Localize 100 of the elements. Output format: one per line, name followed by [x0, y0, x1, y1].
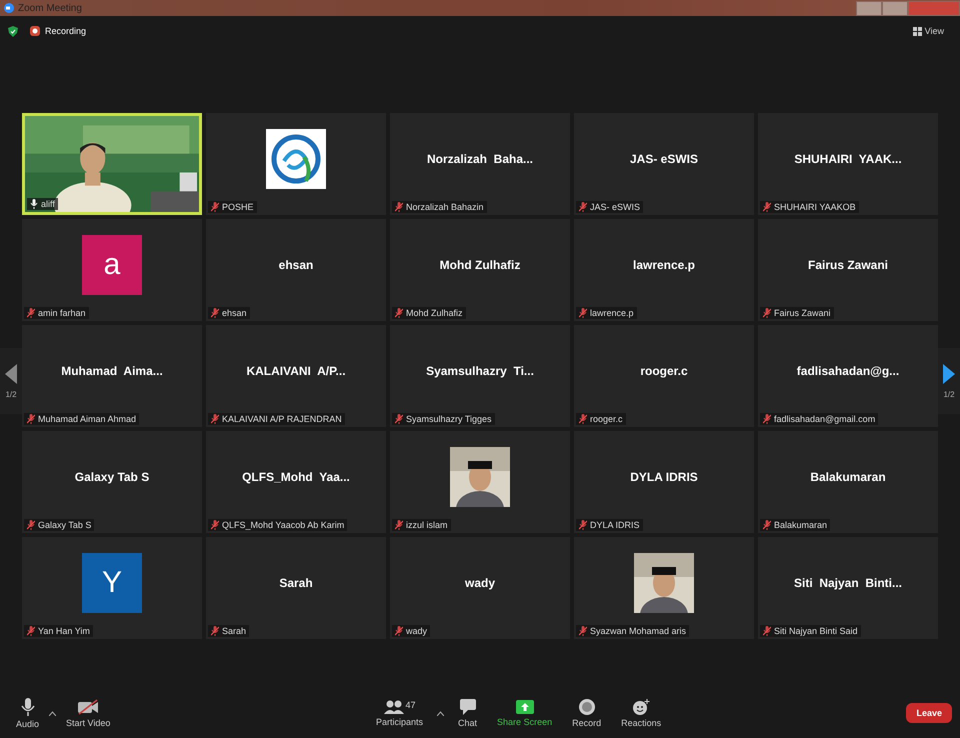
- name-label: amin farhan: [38, 308, 86, 318]
- name-label: Syamsulhazry Tigges: [406, 414, 492, 424]
- muted-mic-icon: [763, 202, 771, 212]
- name-label: QLFS_Mohd Yaacob Ab Karim: [222, 520, 344, 530]
- previous-page-icon[interactable]: [5, 364, 17, 384]
- name-label: lawrence.p: [590, 308, 634, 318]
- share-screen-icon: [516, 700, 534, 714]
- page-indicator: 1/2: [5, 390, 17, 398]
- name-label: POSHE: [222, 202, 254, 212]
- name-label: DYLA IDRIS: [590, 520, 640, 530]
- muted-mic-icon: [27, 520, 35, 530]
- page-indicator: 1/2: [943, 390, 955, 398]
- muted-mic-icon: [763, 414, 771, 424]
- muted-mic-icon: [395, 202, 403, 212]
- participant-name: Galaxy Tab S: [74, 470, 150, 484]
- participant-name: Syamsulhazry Ti...: [426, 364, 534, 378]
- name-label: aliff: [41, 199, 55, 209]
- name-label: Fairus Zawani: [774, 308, 831, 318]
- muted-mic-icon: [763, 626, 771, 636]
- recording-label: Recording: [45, 26, 86, 36]
- record-icon: [578, 698, 595, 714]
- name-label: Norzalizah Bahazin: [406, 202, 484, 212]
- name-label: JAS- eSWIS: [590, 202, 640, 212]
- participant-name: Fairus Zawani: [808, 258, 888, 272]
- participant-name: DYLA IDRIS: [630, 470, 698, 484]
- leave-button[interactable]: Leave: [906, 703, 952, 723]
- record-button[interactable]: Record: [564, 698, 610, 728]
- participant-name: SHUHAIRI YAAK...: [794, 152, 902, 166]
- muted-mic-icon: [579, 520, 587, 530]
- muted-mic-icon: [27, 414, 35, 424]
- audio-button[interactable]: Audio: [8, 698, 48, 728]
- name-label: ehsan: [222, 308, 247, 318]
- name-label: Sarah: [222, 626, 246, 636]
- muted-mic-icon: [27, 626, 35, 636]
- video-off-icon: [77, 698, 100, 714]
- participant-name: Muhamad Aima...: [61, 364, 163, 378]
- maximize-button[interactable]: [882, 0, 908, 16]
- muted-mic-icon: [763, 520, 771, 530]
- muted-mic-icon: [395, 308, 403, 318]
- grid-icon: [912, 26, 922, 36]
- participant-name: Sarah: [279, 576, 313, 590]
- app-icon: [4, 3, 14, 13]
- muted-mic-icon: [27, 308, 35, 318]
- muted-mic-icon: [579, 626, 587, 636]
- muted-mic-icon: [579, 308, 587, 318]
- participant-name: Mohd Zulhafiz: [440, 258, 520, 272]
- name-label: wady: [406, 626, 428, 636]
- name-label: Galaxy Tab S: [38, 520, 92, 530]
- participant-name: fadlisahadan@g...: [796, 364, 900, 378]
- name-label: Balakumaran: [774, 520, 828, 530]
- muted-mic-icon: [211, 414, 219, 424]
- microphone-icon: [20, 698, 35, 716]
- participant-name: wady: [464, 576, 495, 590]
- muted-mic-icon: [211, 626, 219, 636]
- avatar: a: [82, 235, 142, 295]
- muted-mic-icon: [211, 202, 219, 212]
- participant-name: Siti Najyan Binti...: [794, 576, 902, 590]
- participant-name: QLFS_Mohd Yaa...: [242, 470, 350, 484]
- muted-mic-icon: [395, 626, 403, 636]
- participants-icon: [384, 700, 404, 714]
- next-page-icon[interactable]: [943, 364, 955, 384]
- participants-button[interactable]: 47 Participants: [368, 700, 432, 726]
- name-label: Mohd Zulhafiz: [406, 308, 463, 318]
- participant-name: Norzalizah Baha...: [426, 152, 534, 166]
- recording-icon: [30, 26, 40, 36]
- name-label: KALAIVANI A/P RAJENDRAN: [222, 414, 342, 424]
- participant-name: JAS- eSWIS: [630, 152, 698, 166]
- participant-name: lawrence.p: [632, 258, 696, 272]
- muted-mic-icon: [211, 520, 219, 530]
- chat-icon: [460, 698, 476, 714]
- participant-name: rooger.c: [640, 364, 688, 378]
- name-label: Siti Najyan Binti Said: [774, 626, 858, 636]
- muted-mic-icon: [211, 308, 219, 318]
- muted-mic-icon: [395, 414, 403, 424]
- mic-icon: [30, 199, 38, 209]
- minimize-button[interactable]: [856, 0, 882, 16]
- participant-name: ehsan: [278, 258, 314, 272]
- muted-mic-icon: [395, 520, 403, 530]
- name-label: izzul islam: [406, 520, 448, 530]
- window-title: Zoom Meeting: [18, 2, 82, 14]
- muted-mic-icon: [763, 308, 771, 318]
- name-label: SHUHAIRI YAAKOB: [774, 202, 856, 212]
- name-label: Muhamad Aiman Ahmad: [38, 414, 136, 424]
- muted-mic-icon: [579, 414, 587, 424]
- participant-count: 47: [406, 700, 416, 710]
- muted-mic-icon: [579, 202, 587, 212]
- reactions-button[interactable]: Reactions: [613, 698, 670, 728]
- name-label: Yan Han Yim: [38, 626, 90, 636]
- share-screen-button[interactable]: Share Screen: [489, 700, 560, 726]
- view-button[interactable]: View: [904, 26, 952, 36]
- participant-name: Balakumaran: [810, 470, 886, 484]
- name-label: fadlisahadan@gmail.com: [774, 414, 876, 424]
- chat-button[interactable]: Chat: [450, 698, 486, 728]
- shield-icon[interactable]: [8, 26, 18, 36]
- name-label: rooger.c: [590, 414, 623, 424]
- name-label: Syazwan Mohamad aris: [590, 626, 686, 636]
- avatar: Y: [82, 553, 142, 613]
- participant-name: KALAIVANI A/P...: [246, 364, 346, 378]
- start-video-button[interactable]: Start Video: [58, 698, 118, 728]
- smiley-icon: [632, 698, 650, 714]
